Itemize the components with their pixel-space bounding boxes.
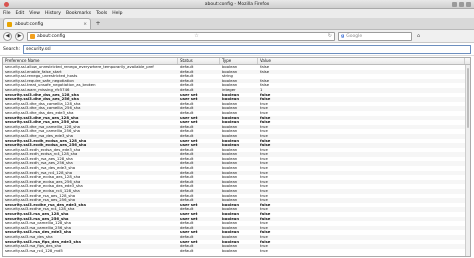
type-cell: boolean xyxy=(222,248,238,253)
table-row[interactable]: security.ssl3.rsa_rc4_128_md5 default bool… xyxy=(3,249,470,254)
menu-help[interactable]: Help xyxy=(112,11,122,16)
back-icon[interactable]: ◀ xyxy=(3,31,12,41)
new-tab-icon[interactable]: + xyxy=(94,20,102,28)
google-icon[interactable]: g xyxy=(341,34,344,39)
close-icon[interactable] xyxy=(466,2,471,7)
filter-label: Search: xyxy=(3,46,20,52)
value-cell: true xyxy=(260,248,268,253)
menu-bookmarks[interactable]: Bookmarks xyxy=(66,11,91,16)
url-text[interactable]: about:config xyxy=(37,34,65,39)
maximize-icon[interactable] xyxy=(459,2,464,7)
filter-value[interactable]: security.ssl xyxy=(26,47,51,52)
window-titlebar: about:config - Mozilla Firefox xyxy=(0,0,474,9)
filter-row: Search: security.ssl xyxy=(0,43,474,56)
window-title: about:config - Mozilla Firefox xyxy=(204,1,270,7)
menu-file[interactable]: File xyxy=(3,11,11,16)
reload-icon[interactable]: ↻ xyxy=(328,33,332,39)
status-cell: default xyxy=(180,248,194,253)
warning-favicon-icon xyxy=(7,21,12,27)
bookmark-star-icon[interactable]: ☆ xyxy=(194,33,198,39)
search-box[interactable]: g Google xyxy=(338,31,412,41)
column-status[interactable]: Status xyxy=(178,58,220,64)
menu-view[interactable]: View xyxy=(29,11,40,16)
menu-bar: File Edit View History Bookmarks Tools H… xyxy=(0,9,474,18)
preferences-table: Preference Name Status Type Value securi… xyxy=(2,57,471,257)
tab-label: about:config xyxy=(15,21,44,27)
site-identity-icon[interactable] xyxy=(30,33,35,39)
column-type[interactable]: Type xyxy=(220,58,258,64)
table-body: security.ssl.allow_unrestricted_renego_e… xyxy=(3,65,470,253)
column-preference-name[interactable]: Preference Name xyxy=(3,58,178,64)
menu-tools[interactable]: Tools xyxy=(96,11,107,16)
tab-about-config[interactable]: about:config × xyxy=(3,18,91,29)
url-bar[interactable]: about:config ☆ ↻ xyxy=(27,31,335,41)
table-header: Preference Name Status Type Value xyxy=(3,58,470,65)
tab-bar: about:config × + xyxy=(0,18,474,30)
minimize-icon[interactable] xyxy=(452,2,457,7)
forward-icon[interactable]: ▶ xyxy=(15,31,24,41)
menu-history[interactable]: History xyxy=(45,11,61,16)
vertical-scrollbar[interactable] xyxy=(465,65,470,256)
home-icon[interactable]: ⌂ xyxy=(415,33,422,40)
scrollbar-thumb[interactable] xyxy=(467,68,469,128)
search-placeholder[interactable]: Google xyxy=(346,34,362,39)
pref-name-cell: security.ssl3.rsa_rc4_128_md5 xyxy=(5,248,63,253)
column-value[interactable]: Value xyxy=(258,58,465,64)
navigation-bar: ◀ ▶ about:config ☆ ↻ g Google ⌂ xyxy=(0,30,474,43)
filter-input[interactable]: security.ssl xyxy=(22,44,471,54)
tab-close-icon[interactable]: × xyxy=(83,22,87,27)
menu-edit[interactable]: Edit xyxy=(16,11,25,16)
window-controls xyxy=(452,2,471,7)
